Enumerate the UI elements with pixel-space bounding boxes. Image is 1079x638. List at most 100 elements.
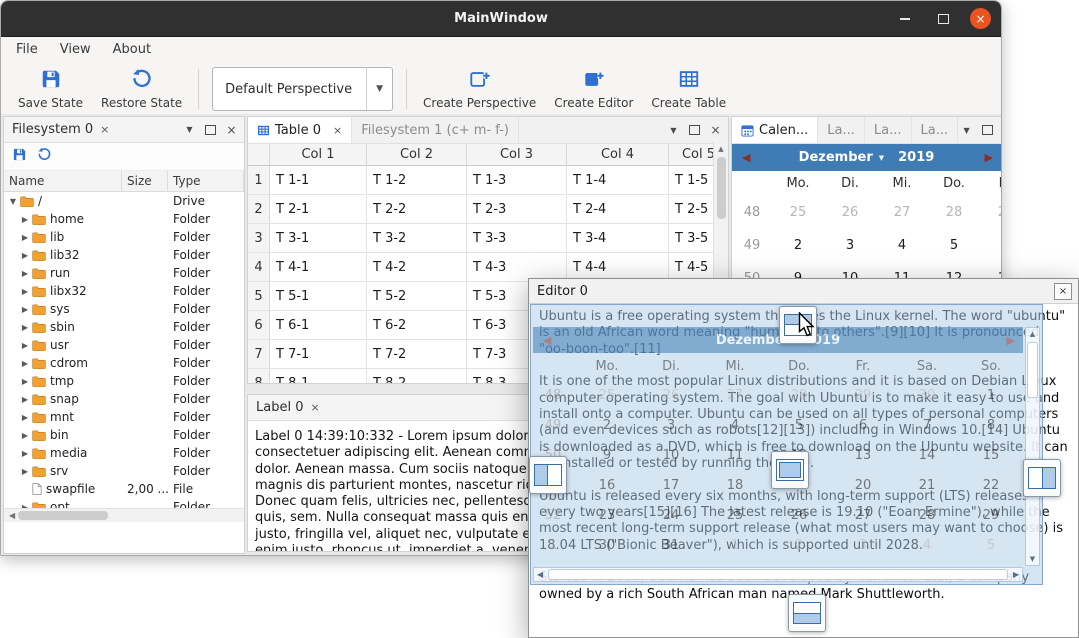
table-cell[interactable]: T 8-1 (270, 369, 367, 384)
table-row-number[interactable]: 6 (248, 311, 270, 340)
tree-row[interactable]: ▶tmpFolder (4, 372, 244, 390)
tab-table-0[interactable]: Table 0 × (248, 117, 352, 143)
table-cell[interactable]: T 2-2 (367, 195, 467, 224)
editor-close-button[interactable]: × (1054, 283, 1072, 300)
tree-row[interactable]: ▶runFolder (4, 264, 244, 282)
minimize-button[interactable] (894, 8, 916, 30)
close-button[interactable]: × (970, 8, 991, 29)
table-cell[interactable]: T 7-2 (367, 340, 467, 369)
dock-close-button[interactable]: × (1000, 122, 1002, 139)
tree-collapsed-icon[interactable]: ▶ (19, 305, 31, 314)
create-table-button[interactable]: Create Table (642, 66, 735, 112)
column-header-size[interactable]: Size (122, 171, 168, 191)
create-perspective-button[interactable]: Create Perspective (414, 66, 545, 112)
tab-close-icon[interactable]: × (100, 123, 109, 136)
perspective-combobox[interactable]: Default Perspective ▼ (212, 67, 393, 111)
tree-collapsed-icon[interactable]: ▶ (19, 467, 31, 476)
tab-close-icon[interactable]: × (310, 401, 319, 414)
table-cell[interactable]: T 1-3 (467, 166, 567, 195)
create-editor-button[interactable]: Create Editor (545, 66, 642, 112)
table-cell[interactable]: T 4-2 (367, 253, 467, 282)
tab-close-icon[interactable]: × (333, 124, 342, 137)
drop-indicator-center[interactable] (771, 451, 809, 489)
dock-float-button[interactable] (979, 122, 996, 139)
table-column-header[interactable]: Col 1 (270, 144, 367, 166)
table-cell[interactable]: T 7-1 (270, 340, 367, 369)
menu-view[interactable]: View (49, 37, 102, 63)
prev-month-button[interactable]: ◀ (742, 151, 750, 164)
next-month-button[interactable]: ▶ (985, 151, 993, 164)
tree-collapsed-icon[interactable]: ▶ (19, 287, 31, 296)
tree-row[interactable]: ▶srvFolder (4, 462, 244, 480)
restore-icon[interactable] (37, 147, 52, 166)
calendar-day[interactable]: 6 (980, 229, 1002, 262)
table-cell[interactable]: T 4-1 (270, 253, 367, 282)
table-row-number[interactable]: 8 (248, 369, 270, 384)
table-row-number[interactable]: 1 (248, 166, 270, 195)
tree-row[interactable]: ▶cdromFolder (4, 354, 244, 372)
dock-close-button[interactable]: × (707, 122, 724, 139)
table-column-header[interactable]: Col 4 (567, 144, 669, 166)
scroll-left-icon[interactable]: ◀ (6, 511, 18, 520)
table-cell[interactable]: T 5-2 (367, 282, 467, 311)
menu-file[interactable]: File (5, 37, 49, 63)
tree-row[interactable]: ▶mntFolder (4, 408, 244, 426)
column-header-name[interactable]: Name (4, 171, 122, 191)
calendar-day[interactable]: 29 (980, 196, 1002, 229)
tree-row[interactable]: swapfile2,00 ...File (4, 480, 244, 498)
horizontal-scrollbar[interactable]: ◀ (4, 508, 244, 522)
dock-menu-button[interactable]: ▼ (181, 121, 198, 138)
tree-row[interactable]: ▶sysFolder (4, 300, 244, 318)
menu-about[interactable]: About (102, 37, 162, 63)
drop-indicator-left[interactable] (529, 456, 567, 494)
table-cell[interactable]: T 3-2 (367, 224, 467, 253)
table-cell[interactable]: T 6-1 (270, 311, 367, 340)
tree-row[interactable]: ▶optFolder (4, 498, 244, 508)
tree-collapsed-icon[interactable]: ▶ (19, 251, 31, 260)
calendar-day[interactable]: 26 (824, 196, 876, 229)
calendar-year[interactable]: 2019 (898, 150, 934, 165)
tree-row[interactable]: ▶sbinFolder (4, 318, 244, 336)
drop-indicator-right[interactable] (1023, 459, 1061, 497)
calendar-day[interactable]: 25 (772, 196, 824, 229)
calendar-day[interactable]: 2 (772, 229, 824, 262)
tree-collapsed-icon[interactable]: ▶ (19, 359, 31, 368)
table-cell[interactable]: T 3-1 (270, 224, 367, 253)
tree-collapsed-icon[interactable]: ▶ (19, 503, 31, 509)
table-row-number[interactable]: 7 (248, 340, 270, 369)
tree-row[interactable]: ▶snapFolder (4, 390, 244, 408)
tree-row[interactable]: ▶libx32Folder (4, 282, 244, 300)
tab-label-1[interactable]: La... (818, 117, 865, 143)
scrollbar-thumb[interactable] (717, 157, 726, 219)
tree-collapsed-icon[interactable]: ▶ (19, 377, 31, 386)
dock-menu-button[interactable]: ▼ (665, 122, 682, 139)
table-column-header[interactable]: Col 3 (467, 144, 567, 166)
table-row-number[interactable]: 3 (248, 224, 270, 253)
save-state-button[interactable]: Save State (9, 66, 92, 112)
table-cell[interactable]: T 3-4 (567, 224, 669, 253)
table-cell[interactable]: T 2-4 (567, 195, 669, 224)
tree-row[interactable]: ▶libFolder (4, 228, 244, 246)
tree-collapsed-icon[interactable]: ▶ (19, 449, 31, 458)
scrollbar-thumb[interactable] (18, 511, 108, 520)
tree-row[interactable]: ▶lib32Folder (4, 246, 244, 264)
tree-collapsed-icon[interactable]: ▶ (19, 323, 31, 332)
calendar-day[interactable]: 5 (928, 229, 980, 262)
table-cell[interactable]: T 8-2 (367, 369, 467, 384)
table-cell[interactable]: T 5-1 (270, 282, 367, 311)
editor-titlebar[interactable]: Editor 0 × (529, 279, 1078, 304)
tab-label-3[interactable]: La... (912, 117, 959, 143)
maximize-button[interactable] (932, 8, 954, 30)
scroll-up-icon[interactable]: ▲ (718, 143, 723, 155)
table-cell[interactable]: T 3-3 (467, 224, 567, 253)
tree-collapsed-icon[interactable]: ▶ (19, 215, 31, 224)
table-row-number[interactable]: 5 (248, 282, 270, 311)
tree-row[interactable]: ▶binFolder (4, 426, 244, 444)
restore-state-button[interactable]: Restore State (92, 66, 191, 112)
tree-row[interactable]: ▼/Drive (4, 192, 244, 210)
tab-filesystem-1[interactable]: Filesystem 1 (c+ m- f-) (352, 117, 519, 143)
tree-collapsed-icon[interactable]: ▶ (19, 431, 31, 440)
calendar-month[interactable]: Dezember (799, 150, 873, 165)
tree-collapsed-icon[interactable]: ▶ (19, 395, 31, 404)
tree-collapsed-icon[interactable]: ▶ (19, 341, 31, 350)
